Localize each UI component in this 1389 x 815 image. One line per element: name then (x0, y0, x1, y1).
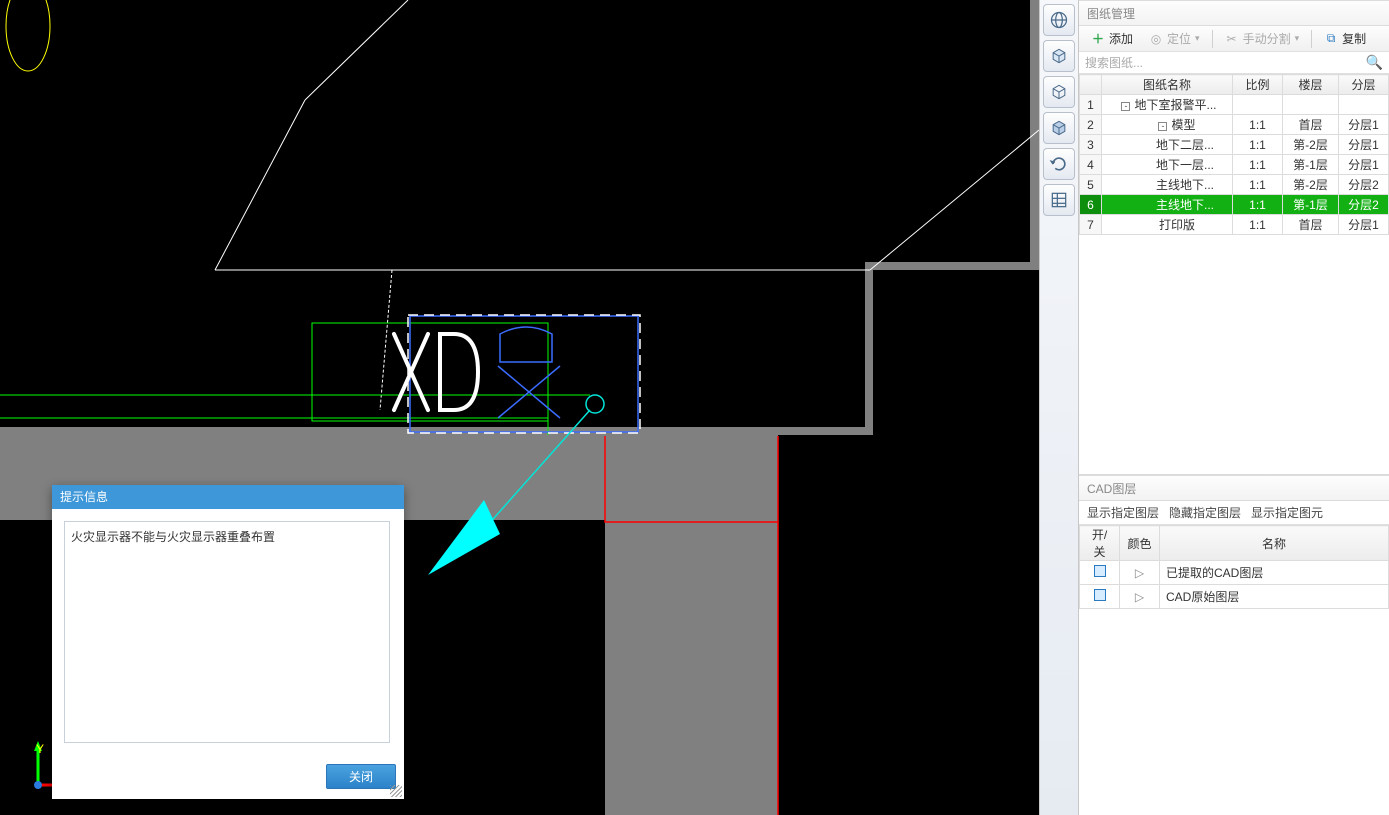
expand-icon[interactable]: ▷ (1135, 590, 1144, 604)
sheet-table[interactable]: 图纸名称 比例 楼层 分层 1-地下室报警平...2-模型1:1首层分层13地下… (1079, 74, 1389, 235)
col-layername[interactable]: 名称 (1160, 526, 1389, 561)
view-toolstrip (1039, 0, 1079, 815)
tooltip-dialog: 提示信息 火灾显示器不能与火灾显示器重叠布置 关闭 (52, 485, 404, 799)
floor-cell[interactable]: 首层 (1283, 215, 1339, 235)
ratio-cell[interactable]: 1:1 (1233, 175, 1283, 195)
sheet-name-cell[interactable]: 地下一层... (1102, 155, 1233, 175)
col-onoff[interactable]: 开/关 (1080, 526, 1120, 561)
ratio-cell[interactable]: 1:1 (1233, 155, 1283, 175)
split-label: 手动分割 (1243, 30, 1291, 47)
dialog-message: 火灾显示器不能与火灾显示器重叠布置 (64, 521, 390, 743)
show-element-button[interactable]: 显示指定图元 (1251, 504, 1323, 521)
layer-cell[interactable]: 分层1 (1339, 135, 1389, 155)
visibility-checkbox[interactable] (1094, 565, 1106, 577)
sheet-name-cell[interactable]: 打印版 (1102, 215, 1233, 235)
row-number: 2 (1080, 115, 1102, 135)
ratio-cell[interactable]: 1:1 (1233, 115, 1283, 135)
visibility-checkbox[interactable] (1094, 589, 1106, 601)
sheet-name-cell[interactable]: -地下室报警平... (1102, 95, 1233, 115)
row-number: 7 (1080, 215, 1102, 235)
locate-label: 定位 (1167, 30, 1191, 47)
row-number: 5 (1080, 175, 1102, 195)
col-layer[interactable]: 分层 (1339, 75, 1389, 95)
layer-cell[interactable]: 分层2 (1339, 175, 1389, 195)
row-number: 3 (1080, 135, 1102, 155)
ratio-cell[interactable]: 1:1 (1233, 135, 1283, 155)
col-ratio[interactable]: 比例 (1233, 75, 1283, 95)
table-row[interactable]: 1-地下室报警平... (1080, 95, 1389, 115)
row-number: 1 (1080, 95, 1102, 115)
manual-split-button: ✂ 手动分割 ▾ (1219, 28, 1306, 49)
col-rownum[interactable] (1080, 75, 1102, 95)
floor-cell[interactable]: 第-1层 (1283, 155, 1339, 175)
layer-panel-title: CAD图层 (1079, 475, 1389, 501)
copy-icon: ⧉ (1324, 32, 1338, 46)
sheet-name-cell[interactable]: -模型 (1102, 115, 1233, 135)
sheet-panel-toolbar: ＋ 添加 ◎ 定位 ▾ ✂ 手动分割 ▾ ⧉ 复制 (1079, 26, 1389, 52)
copy-label: 复制 (1342, 30, 1366, 47)
svg-text:Y: Y (36, 742, 44, 756)
floor-cell[interactable]: 首层 (1283, 115, 1339, 135)
hide-layer-button[interactable]: 隐藏指定图层 (1169, 504, 1241, 521)
layer-table[interactable]: 开/关 颜色 名称 ▷ 已提取的CAD图层 ▷ CAD原始图层 (1079, 525, 1389, 609)
row-number: 6 (1080, 195, 1102, 215)
sheet-name-cell[interactable]: 主线地下... (1102, 195, 1233, 215)
row-number: 4 (1080, 155, 1102, 175)
scissors-icon: ✂ (1225, 32, 1239, 46)
expand-icon[interactable]: ▷ (1135, 566, 1144, 580)
locate-button: ◎ 定位 ▾ (1143, 28, 1206, 49)
tree-toggle-icon[interactable]: - (1158, 122, 1167, 131)
globe-icon[interactable] (1043, 4, 1075, 36)
table-row[interactable]: ▷ CAD原始图层 (1080, 585, 1389, 609)
table-row[interactable]: 6主线地下...1:1第-1层分层2 (1080, 195, 1389, 215)
table-row[interactable]: ▷ 已提取的CAD图层 (1080, 561, 1389, 585)
floor-cell[interactable]: 第-2层 (1283, 135, 1339, 155)
tree-toggle-icon[interactable]: - (1121, 102, 1130, 111)
add-label: 添加 (1109, 30, 1133, 47)
layer-toolbar: 显示指定图层 隐藏指定图层 显示指定图元 (1079, 501, 1389, 525)
schedule-icon[interactable] (1043, 184, 1075, 216)
layer-name-cell[interactable]: 已提取的CAD图层 (1160, 561, 1389, 585)
solid-cube-icon[interactable] (1043, 112, 1075, 144)
sheet-name-cell[interactable]: 地下二层... (1102, 135, 1233, 155)
ratio-cell[interactable]: 1:1 (1233, 215, 1283, 235)
dialog-title[interactable]: 提示信息 (52, 485, 404, 509)
copy-button[interactable]: ⧉ 复制 (1318, 28, 1372, 49)
target-icon: ◎ (1149, 32, 1163, 46)
col-floor[interactable]: 楼层 (1283, 75, 1339, 95)
col-color[interactable]: 颜色 (1120, 526, 1160, 561)
layer-cell[interactable]: 分层1 (1339, 215, 1389, 235)
table-row[interactable]: 5主线地下...1:1第-2层分层2 (1080, 175, 1389, 195)
floor-cell[interactable] (1283, 95, 1339, 115)
sheet-panel-title: 图纸管理 (1079, 0, 1389, 26)
table-row[interactable]: 2-模型1:1首层分层1 (1080, 115, 1389, 135)
sheet-name-cell[interactable]: 主线地下... (1102, 175, 1233, 195)
table-row[interactable]: 3地下二层...1:1第-2层分层1 (1080, 135, 1389, 155)
ratio-cell[interactable]: 1:1 (1233, 195, 1283, 215)
cube-3d-icon[interactable] (1043, 40, 1075, 72)
table-row[interactable]: 4地下一层...1:1第-1层分层1 (1080, 155, 1389, 175)
dropdown-icon: ▾ (1195, 33, 1200, 44)
search-icon[interactable]: 🔍 (1366, 54, 1383, 71)
table-row[interactable]: 7打印版1:1首层分层1 (1080, 215, 1389, 235)
resize-grip[interactable] (390, 785, 402, 797)
layer-cell[interactable] (1339, 95, 1389, 115)
sheet-search-input[interactable] (1085, 56, 1366, 70)
add-button[interactable]: ＋ 添加 (1085, 28, 1139, 49)
plus-icon: ＋ (1091, 32, 1105, 46)
layer-cell[interactable]: 分层1 (1339, 155, 1389, 175)
floor-cell[interactable]: 第-2层 (1283, 175, 1339, 195)
show-layer-button[interactable]: 显示指定图层 (1087, 504, 1159, 521)
rotate-icon[interactable] (1043, 148, 1075, 180)
ratio-cell[interactable] (1233, 95, 1283, 115)
layer-cell[interactable]: 分层1 (1339, 115, 1389, 135)
dropdown-icon: ▾ (1295, 33, 1300, 44)
col-name[interactable]: 图纸名称 (1102, 75, 1233, 95)
wire-cube-icon[interactable] (1043, 76, 1075, 108)
layer-cell[interactable]: 分层2 (1339, 195, 1389, 215)
close-button[interactable]: 关闭 (326, 764, 396, 789)
layer-name-cell[interactable]: CAD原始图层 (1160, 585, 1389, 609)
floor-cell[interactable]: 第-1层 (1283, 195, 1339, 215)
